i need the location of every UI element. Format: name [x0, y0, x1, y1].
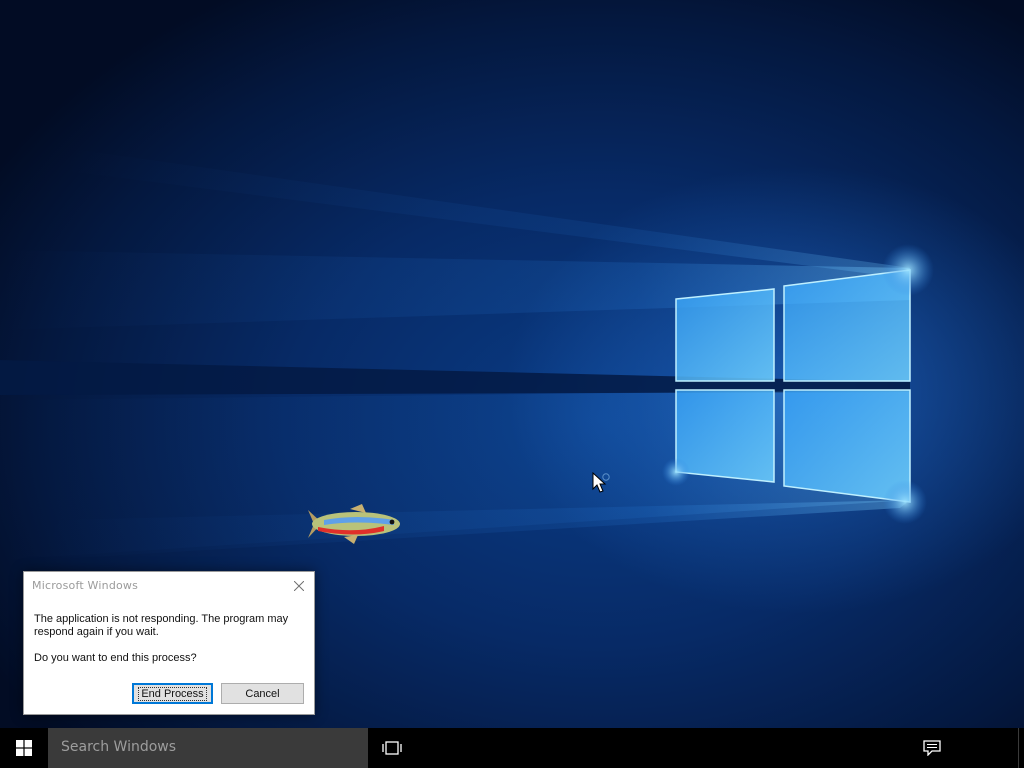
- arrow-cursor-icon: [592, 472, 610, 493]
- dialog-message: The application is not responding. The p…: [34, 613, 289, 638]
- search-placeholder: Search Windows: [61, 739, 177, 755]
- dialog-titlebar[interactable]: Microsoft Windows: [24, 572, 314, 600]
- windows-logo-icon: [16, 740, 32, 756]
- desktop[interactable]: Microsoft Windows The application is not…: [0, 0, 1024, 728]
- dialog-title: Microsoft Windows: [32, 579, 139, 592]
- task-view-button[interactable]: [368, 728, 416, 768]
- action-center-icon: [923, 740, 941, 756]
- end-process-button[interactable]: End Process: [132, 683, 213, 704]
- cancel-button[interactable]: Cancel: [221, 683, 304, 704]
- dialog-question: Do you want to end this process?: [34, 652, 197, 664]
- search-input[interactable]: Search Windows: [48, 728, 368, 768]
- dialog-body: The application is not responding. The p…: [24, 600, 314, 714]
- action-center-button[interactable]: [908, 728, 956, 768]
- cancel-label: Cancel: [245, 687, 280, 700]
- taskbar: Search Windows: [0, 728, 1024, 768]
- fish-sprite: [308, 504, 400, 544]
- close-icon[interactable]: [288, 576, 310, 596]
- not-responding-dialog: Microsoft Windows The application is not…: [23, 571, 315, 715]
- task-view-icon: [382, 741, 402, 755]
- end-process-label: End Process: [138, 686, 207, 701]
- start-button[interactable]: [0, 728, 48, 768]
- show-desktop-button[interactable]: [1018, 728, 1024, 768]
